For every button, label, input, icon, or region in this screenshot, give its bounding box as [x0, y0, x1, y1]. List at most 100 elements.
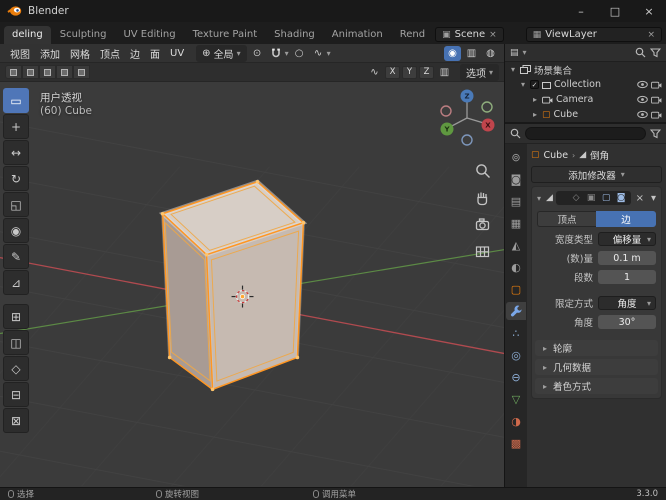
width-type-dropdown[interactable]: 偏移量 ▾: [598, 232, 656, 246]
mode-face-button[interactable]: [39, 65, 56, 79]
eye-icon[interactable]: [637, 95, 648, 104]
render-camera-icon[interactable]: [651, 80, 662, 89]
filter-icon[interactable]: [650, 47, 661, 58]
affect-edges-button[interactable]: 边: [596, 211, 656, 227]
tab-output[interactable]: ▤: [506, 192, 526, 210]
breadcrumb-object[interactable]: Cube: [544, 150, 569, 161]
filter-icon[interactable]: [650, 128, 661, 139]
tab-world[interactable]: ◐: [506, 258, 526, 276]
xray-toggle-button[interactable]: [73, 65, 90, 79]
tool-knife-button[interactable]: ⊠: [3, 408, 29, 433]
tab-rendering[interactable]: Rend: [392, 26, 433, 44]
tool-annotate-button[interactable]: ✎: [3, 244, 29, 269]
editor-type-icon[interactable]: ▤: [510, 48, 519, 58]
tab-view-layer[interactable]: ▦: [506, 214, 526, 232]
render-camera-icon[interactable]: [651, 95, 662, 104]
tab-modifiers[interactable]: [506, 302, 526, 320]
realtime-display-toggle[interactable]: ▢: [600, 192, 613, 204]
viewlayer-close-icon[interactable]: ×: [647, 30, 655, 40]
tool-measure-button[interactable]: ⊿: [3, 270, 29, 295]
menu-mesh[interactable]: 网格: [65, 45, 95, 62]
outliner-row-cube[interactable]: ▸ ▢ Cube: [505, 107, 666, 122]
render-camera-icon[interactable]: [651, 110, 662, 119]
section-geometry[interactable]: ▸ 几何数据: [535, 359, 658, 375]
maximize-button[interactable]: □: [598, 0, 632, 22]
outliner-row-scene-collection[interactable]: ▾ 场景集合: [505, 62, 666, 77]
scene-unlink-icon[interactable]: ×: [489, 30, 497, 40]
edit-mode-display-toggle[interactable]: ◇: [570, 192, 583, 204]
tri-down-icon[interactable]: ▾: [509, 65, 517, 74]
snap-toggle-button[interactable]: ◉: [444, 45, 461, 61]
tab-texture-paint[interactable]: Texture Paint: [185, 26, 266, 44]
eye-icon[interactable]: [637, 110, 648, 119]
falloff-dropdown-icon[interactable]: ▾: [327, 49, 331, 58]
mirror-z-button[interactable]: Z: [418, 65, 434, 79]
modifier-name-field[interactable]: ◇ ▣ ▢ ◙: [555, 191, 631, 205]
proportional-editing-button[interactable]: ○: [291, 46, 308, 61]
tri-right-icon[interactable]: ▸: [531, 95, 539, 104]
transform-orientation-dropdown[interactable]: ⊕ 全局 ▾: [196, 44, 247, 62]
viewport-shading-button[interactable]: ◍: [482, 46, 499, 61]
tool-bevel-button[interactable]: ◇: [3, 356, 29, 381]
cage-display-toggle[interactable]: ▣: [585, 192, 598, 204]
angle-field[interactable]: 30°: [598, 315, 656, 329]
tab-object-data[interactable]: ▽: [506, 390, 526, 408]
menu-edge[interactable]: 边: [125, 45, 145, 62]
section-profile[interactable]: ▸ 轮廓: [535, 340, 658, 356]
zoom-icon[interactable]: [474, 162, 491, 179]
mirror-x-button[interactable]: X: [384, 65, 400, 79]
viewport-canvas[interactable]: ▭ + ↔ ↻ ◱ ◉ ✎ ⊿ ⊞ ◫ ◇ ⊟ ⊠ 用户透视 (60) Cube: [0, 82, 504, 487]
modifier-extras-button[interactable]: ▾: [649, 193, 658, 204]
pivot-point-button[interactable]: ⊙: [249, 46, 266, 61]
section-shading[interactable]: ▸ 着色方式: [535, 378, 658, 394]
viewlayer-selector[interactable]: ▦ ViewLayer ×: [525, 27, 662, 42]
tri-right-icon[interactable]: ▸: [531, 110, 539, 119]
menu-view[interactable]: 视图: [5, 45, 35, 62]
menu-uv[interactable]: UV: [165, 47, 189, 60]
tri-down-icon[interactable]: ▾: [519, 80, 527, 89]
collection-checkbox[interactable]: ✓: [530, 80, 539, 89]
tool-extrude-button[interactable]: ⊞: [3, 304, 29, 329]
overlay-toggle-button[interactable]: [56, 65, 73, 79]
mirror-icon[interactable]: ∿: [366, 65, 383, 80]
tab-tool[interactable]: ⊚: [506, 148, 526, 166]
render-display-toggle[interactable]: ◙: [615, 192, 628, 204]
camera-view-icon[interactable]: [474, 216, 491, 233]
tab-particles[interactable]: ∴: [506, 324, 526, 342]
menu-vertex[interactable]: 顶点: [95, 45, 125, 62]
tool-transform-button[interactable]: ◉: [3, 218, 29, 243]
menu-face[interactable]: 面: [145, 45, 165, 62]
breadcrumb-modifier[interactable]: 倒角: [590, 148, 609, 162]
eye-icon[interactable]: [637, 80, 648, 89]
viewport-3d-scene[interactable]: [0, 82, 504, 487]
minimize-button[interactable]: –: [564, 0, 598, 22]
tab-object[interactable]: ▢: [506, 280, 526, 298]
limit-method-dropdown[interactable]: 角度 ▾: [598, 296, 656, 310]
mode-edge-button[interactable]: [22, 65, 39, 79]
tab-texture[interactable]: ▩: [506, 434, 526, 452]
options-dropdown[interactable]: 选项 ▾: [459, 63, 499, 81]
tool-select-box-button[interactable]: ▭: [3, 88, 29, 113]
pan-hand-icon[interactable]: [474, 189, 491, 206]
tab-material[interactable]: ◑: [506, 412, 526, 430]
properties-search-input[interactable]: [525, 127, 646, 140]
tab-shading[interactable]: Shading: [266, 26, 323, 44]
outliner-row-camera[interactable]: ▸ Camera: [505, 92, 666, 107]
remove-modifier-button[interactable]: ×: [634, 193, 646, 204]
snap-magnet-icon[interactable]: [268, 46, 285, 61]
mirror-y-button[interactable]: Y: [401, 65, 417, 79]
navigation-gizmo[interactable]: Z X Y: [438, 88, 496, 148]
tool-scale-button[interactable]: ◱: [3, 192, 29, 217]
snapping-extra-icon[interactable]: ▥: [436, 65, 453, 80]
mode-vertex-button[interactable]: [5, 65, 22, 79]
ortho-grid-icon[interactable]: [474, 243, 491, 260]
menu-add[interactable]: 添加: [35, 45, 65, 62]
tab-physics[interactable]: ◎: [506, 346, 526, 364]
tab-modeling[interactable]: deling: [4, 26, 51, 44]
segments-field[interactable]: 1: [598, 270, 656, 284]
tab-constraints[interactable]: ⊖: [506, 368, 526, 386]
chevron-down-icon[interactable]: ▾: [523, 48, 527, 57]
tool-inset-faces-button[interactable]: ◫: [3, 330, 29, 355]
falloff-icon[interactable]: ∿: [310, 46, 327, 61]
tool-move-button[interactable]: ↔: [3, 140, 29, 165]
